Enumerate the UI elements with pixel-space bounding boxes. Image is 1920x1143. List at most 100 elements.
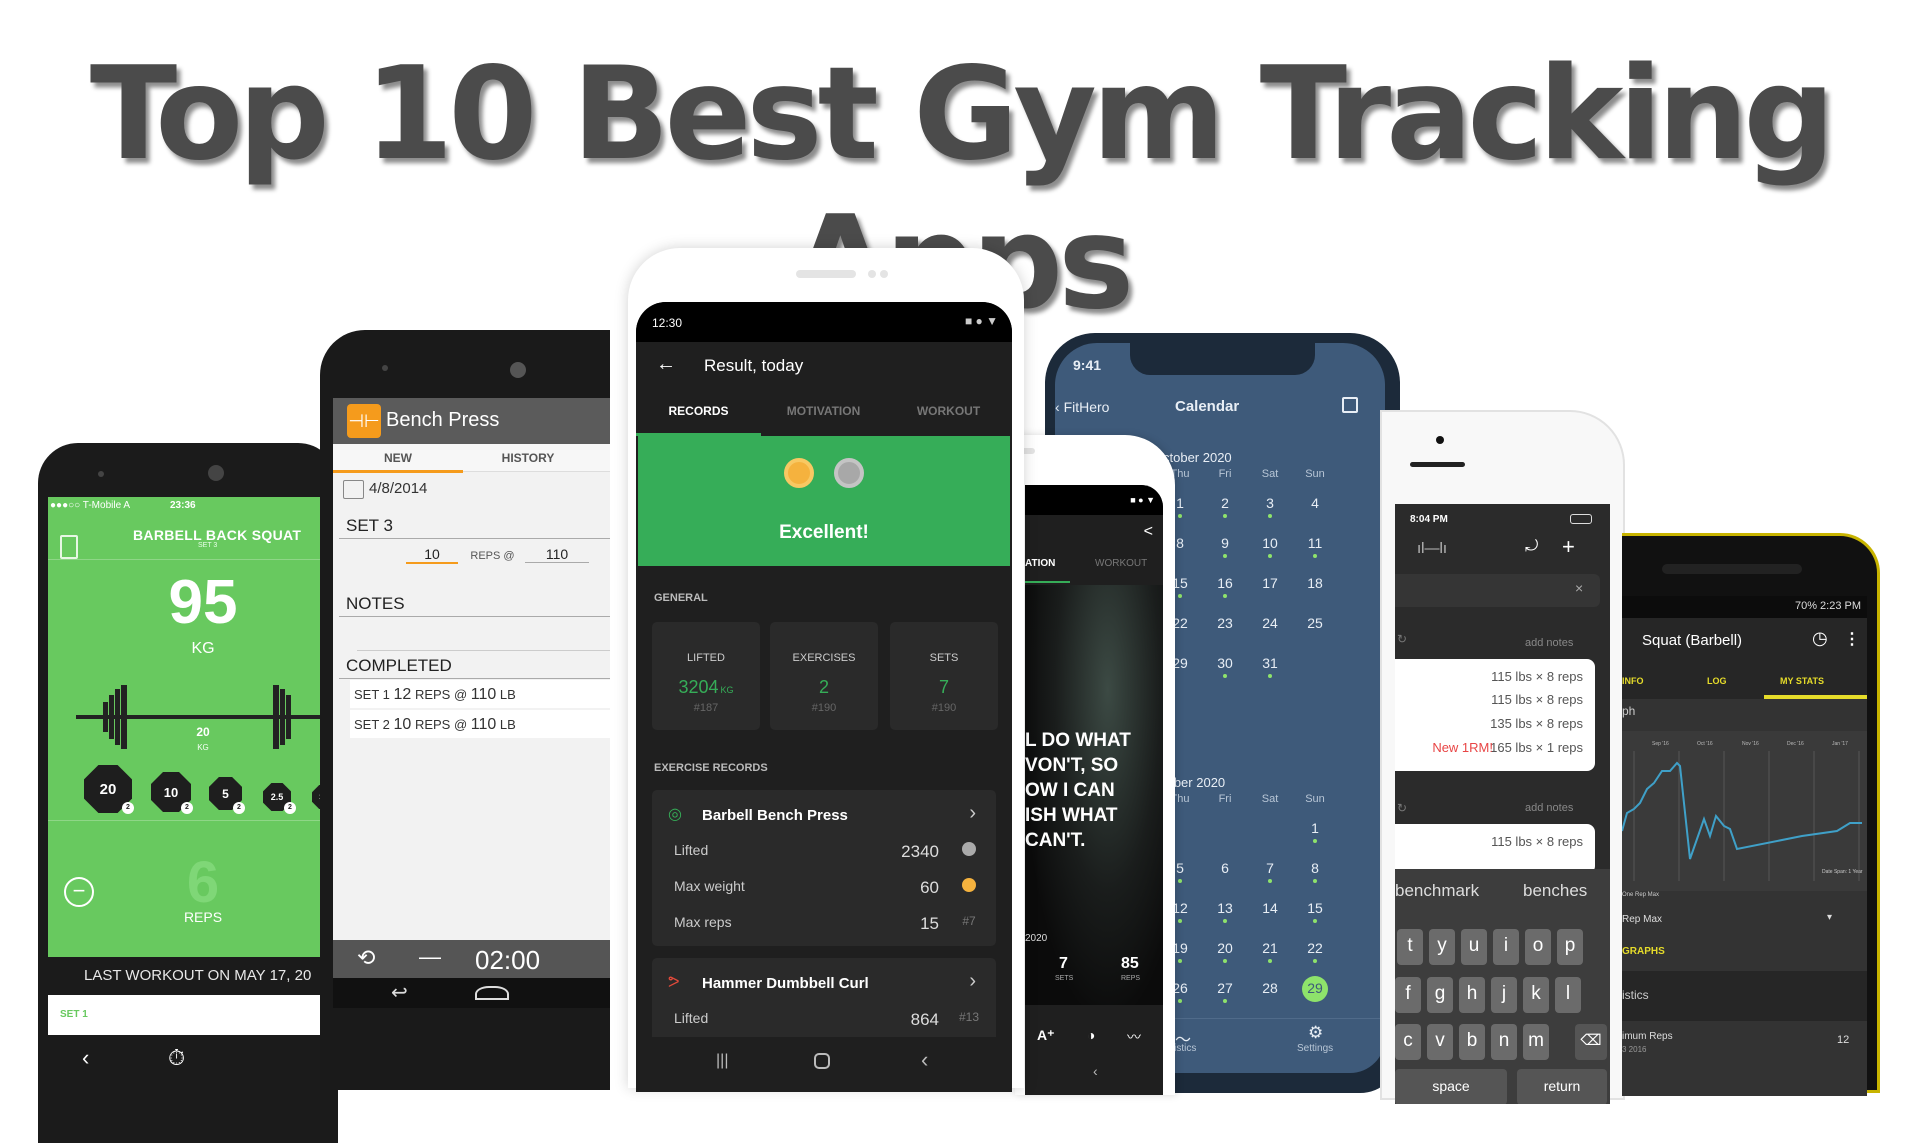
font-size-icon[interactable]: A⁺ [1037, 1027, 1055, 1044]
tab-motivation[interactable]: ATION [1025, 558, 1055, 569]
calendar-day[interactable]: 9 [1210, 535, 1240, 551]
calendar-day[interactable]: 1 [1300, 820, 1330, 836]
calendar-day[interactable]: 22 [1300, 940, 1330, 956]
key[interactable]: f [1395, 977, 1421, 1013]
calendar-day[interactable]: 8 [1300, 860, 1330, 876]
key[interactable]: k [1523, 977, 1549, 1013]
weight-input[interactable]: 110 [525, 546, 589, 563]
calendar-day[interactable]: 28 [1255, 980, 1285, 996]
record-card[interactable]: ◎ Barbell Bench Press › Lifted 2340 Max w… [652, 790, 996, 946]
add-notes-link[interactable]: add notes [1525, 637, 1573, 649]
back-icon[interactable]: ↩ [391, 980, 408, 1005]
key[interactable]: t [1397, 929, 1423, 965]
key[interactable]: j [1491, 977, 1517, 1013]
calendar-day[interactable]: 30 [1210, 655, 1240, 671]
record-card[interactable]: ᕗ Hammer Dumbbell Curl › Lifted 864 #13 [652, 958, 996, 1048]
calendar-day[interactable]: 10 [1255, 535, 1285, 551]
calendar-day[interactable]: 16 [1210, 575, 1240, 591]
clipboard-icon[interactable] [60, 535, 78, 559]
tab-settings[interactable]: Settings [1297, 1043, 1333, 1054]
calendar-day[interactable]: 4 [1300, 495, 1330, 511]
calendar-day[interactable]: 25 [1300, 615, 1330, 631]
minus-circle-icon[interactable]: − [64, 877, 94, 907]
calendar-day[interactable]: 11 [1300, 535, 1330, 551]
key[interactable]: m [1523, 1024, 1549, 1060]
key[interactable]: p [1557, 929, 1583, 965]
gear-icon[interactable]: ⚙ [1308, 1023, 1323, 1043]
key[interactable]: o [1525, 929, 1551, 965]
notes-input[interactable] [357, 650, 610, 651]
tab-motivation[interactable]: MOTIVATION [761, 404, 886, 418]
key[interactable]: h [1459, 977, 1485, 1013]
chevron-right-icon[interactable]: › [969, 802, 976, 825]
key[interactable]: u [1461, 929, 1487, 965]
back-arrow-icon[interactable]: ← [656, 353, 676, 376]
key[interactable]: g [1427, 977, 1453, 1013]
calendar-day[interactable]: 17 [1255, 575, 1285, 591]
back-icon[interactable]: ‹ [1093, 1063, 1098, 1079]
search-field[interactable] [1395, 574, 1600, 607]
last-set[interactable]: SET 1 [48, 995, 338, 1035]
calendar-day[interactable]: 13 [1210, 900, 1240, 916]
replace-icon[interactable]: ⤾ [1525, 538, 1538, 556]
reset-timer-icon[interactable]: ⟲ [357, 945, 375, 971]
calendar-day[interactable]: 27 [1210, 980, 1240, 996]
completed-set-row[interactable]: SET 2 10 REPS @ 110 LB [350, 710, 610, 738]
tab-info[interactable]: INFO [1622, 676, 1644, 686]
key[interactable]: v [1427, 1024, 1453, 1060]
backspace-key[interactable]: ⌫ [1575, 1024, 1607, 1060]
key[interactable]: i [1493, 929, 1519, 965]
back-button[interactable]: ‹ FitHero [1055, 399, 1109, 415]
contrast-icon[interactable]: ◑ [1087, 1027, 1095, 1043]
add-notes-link[interactable]: add notes [1525, 802, 1573, 814]
calendar-day[interactable]: 24 [1255, 615, 1285, 631]
calendar-day[interactable]: 18 [1300, 575, 1330, 591]
weight-value[interactable]: 95 [143, 567, 263, 638]
chevron-right-icon[interactable]: › [969, 970, 976, 993]
calendar-day[interactable]: 23 [1210, 615, 1240, 631]
date[interactable]: 4/8/2014 [369, 480, 427, 497]
metric-dropdown[interactable]: Rep Max [1622, 914, 1662, 925]
tab-my-stats[interactable]: MY STATS [1780, 676, 1824, 686]
stopwatch-icon[interactable]: ⏱ [168, 1045, 185, 1071]
view-graphs-link[interactable]: GRAPHS [1622, 946, 1665, 957]
key[interactable]: n [1491, 1024, 1517, 1060]
calendar-icon[interactable] [1342, 397, 1358, 413]
timer-icon[interactable]: ◷ [1812, 628, 1828, 649]
tab-log[interactable]: LOG [1707, 676, 1727, 686]
completed-set-row[interactable]: SET 1 12 REPS @ 110 LB [350, 680, 610, 708]
calendar-day[interactable]: 20 [1210, 940, 1240, 956]
back-icon[interactable]: ‹ [82, 1045, 89, 1071]
calendar-day[interactable]: 14 [1255, 900, 1285, 916]
key[interactable]: c [1395, 1024, 1421, 1060]
tab-new[interactable]: NEW [333, 451, 463, 465]
add-icon[interactable]: + [1562, 534, 1575, 560]
decrease-button[interactable]: — [419, 944, 441, 970]
calendar-day[interactable]: 29 [1300, 980, 1330, 996]
tab-workout[interactable]: WORKOUT [886, 404, 1011, 418]
calendar-day[interactable]: 2 [1210, 495, 1240, 511]
refresh-icon[interactable]: ↻ [1397, 801, 1407, 815]
more-icon[interactable]: ⋮ [1844, 629, 1860, 649]
calendar-day[interactable]: 15 [1300, 900, 1330, 916]
calendar-day[interactable]: 6 [1210, 860, 1240, 876]
plate-calculator-icon[interactable]: ıl—lı [1417, 540, 1447, 557]
calendar-day[interactable]: 3 [1255, 495, 1285, 511]
dropdown-arrow-icon[interactable]: ▾ [1827, 912, 1832, 923]
suggestion[interactable]: benchmark [1395, 881, 1479, 901]
key[interactable]: l [1555, 977, 1581, 1013]
space-key[interactable]: space [1395, 1069, 1507, 1104]
clear-icon[interactable]: × [1575, 580, 1583, 596]
recents-icon[interactable]: ||| [716, 1052, 728, 1070]
key[interactable]: b [1459, 1024, 1485, 1060]
calendar-day[interactable]: 7 [1255, 860, 1285, 876]
tab-workout[interactable]: WORKOUT [1095, 558, 1147, 569]
home-icon[interactable] [475, 986, 509, 1000]
tab-history[interactable]: HISTORY [463, 451, 593, 465]
share-icon[interactable]: < [1144, 523, 1153, 541]
key[interactable]: y [1429, 929, 1455, 965]
back-icon[interactable]: ‹ [921, 1047, 928, 1073]
home-icon[interactable] [814, 1053, 830, 1069]
refresh-icon[interactable]: ↻ [1397, 632, 1407, 646]
reps-value[interactable]: 6 [143, 849, 263, 916]
